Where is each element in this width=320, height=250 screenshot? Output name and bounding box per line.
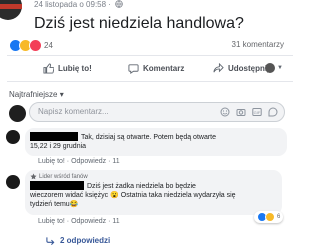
thumbs-up-icon (43, 62, 54, 74)
comment-actions: Lubię to! · Odpowiedz · 11 (38, 218, 120, 225)
comment-like-link[interactable]: Lubię to! (38, 158, 65, 165)
page-avatar[interactable] (0, 0, 22, 20)
comment-reactions[interactable]: 6 (254, 211, 284, 223)
comment-reply-link[interactable]: Odpowiedz (71, 218, 106, 225)
comment-text-line: 15,22 i 29 grudnia (30, 143, 87, 150)
post-timestamp[interactable]: 24 listopada o 09:58 · (34, 0, 123, 11)
comment-icon (128, 63, 139, 74)
post-as-selector[interactable]: ▼ (265, 59, 283, 77)
reaction-count: 24 (44, 40, 53, 50)
reactions-summary[interactable]: 24 (9, 38, 53, 52)
post-text: Dziś jest niedziela handlowa? (34, 15, 244, 32)
comment-text-line: wieczorem widać księżyc 😮 Ostatnia taka … (30, 192, 236, 199)
post-timestamp-text: 24 listopada o 09:58 · (34, 0, 111, 9)
svg-text:GIF: GIF (254, 110, 261, 115)
divider (7, 81, 293, 82)
replies-count-label: 2 odpowiedzi (60, 236, 111, 245)
comment-text-line: tydzień temu😂 (30, 201, 79, 208)
comment-actions: Lubię to! · Odpowiedz · 11 (38, 158, 120, 165)
comment-time[interactable]: 11 (112, 158, 119, 165)
reply-arrow-icon (46, 236, 55, 245)
comment-composer[interactable]: Napisz komentarz... GIF (29, 102, 285, 122)
comment-button[interactable]: Komentarz (128, 59, 184, 77)
globe-icon (115, 0, 123, 11)
badge-star-icon (30, 173, 37, 180)
comment-text-line: Tak, dzisiaj są otwarte. Potem będą otwa… (81, 134, 217, 141)
commenter-avatar[interactable] (6, 130, 20, 144)
comment-input[interactable]: Napisz komentarz... (38, 107, 109, 116)
caret-down-icon: ▼ (277, 65, 283, 71)
top-fan-label: Lider wśród fanów (39, 173, 88, 180)
top-fan-badge[interactable]: Lider wśród fanów (30, 173, 88, 180)
haha-reaction-icon (265, 212, 275, 222)
like-label: Lubię to! (58, 63, 92, 73)
comment-text-line: Dziś jest żadka niedziela bo będzie (87, 183, 196, 190)
camera-icon[interactable] (236, 107, 246, 117)
redacted-name (30, 181, 84, 190)
view-replies-link[interactable]: 2 odpowiedzi (46, 236, 110, 245)
profile-avatar (265, 63, 275, 73)
share-label: Udostępnij (228, 63, 270, 73)
page-avatar-accent (0, 4, 22, 9)
sort-dropdown[interactable]: Najtrafniejsze ▾ (9, 90, 64, 99)
love-reaction-icon (29, 38, 42, 52)
emoji-icon[interactable] (220, 107, 230, 117)
share-arrow-icon (213, 62, 224, 72)
divider (7, 55, 293, 56)
comment-count-link[interactable]: 31 komentarzy (232, 40, 284, 49)
share-button[interactable]: Udostępnij (213, 59, 269, 77)
comment-reaction-count: 6 (277, 214, 281, 220)
comment-time[interactable]: 11 (112, 218, 119, 225)
sticker-icon[interactable] (268, 107, 278, 117)
gif-icon[interactable]: GIF (252, 107, 262, 117)
commenter-avatar[interactable] (6, 175, 20, 189)
like-button[interactable]: Lubię to! (43, 59, 92, 77)
comment-label: Komentarz (143, 63, 185, 73)
current-user-avatar[interactable] (9, 105, 26, 122)
comment-reply-link[interactable]: Odpowiedz (71, 158, 106, 165)
comment-like-link[interactable]: Lubię to! (38, 218, 65, 225)
redacted-name (30, 132, 78, 141)
composer-icons: GIF (220, 107, 278, 117)
